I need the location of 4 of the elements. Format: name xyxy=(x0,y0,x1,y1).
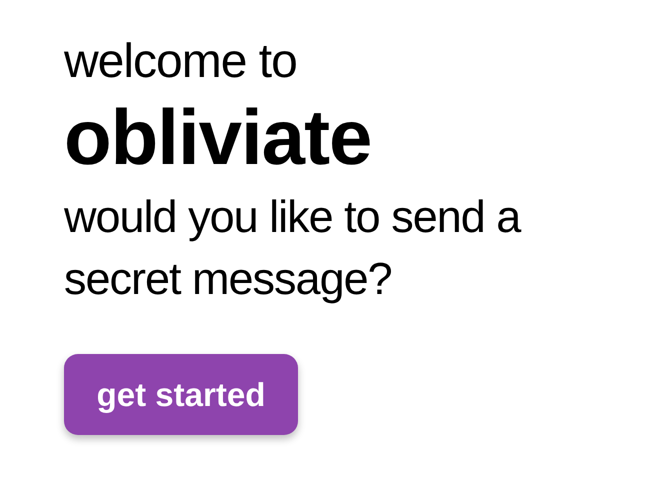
get-started-button[interactable]: get started xyxy=(64,354,298,435)
prompt-text: would you like to send a secret message? xyxy=(64,190,522,306)
app-title: obliviate xyxy=(64,92,372,182)
welcome-heading: welcome to xyxy=(64,34,298,90)
